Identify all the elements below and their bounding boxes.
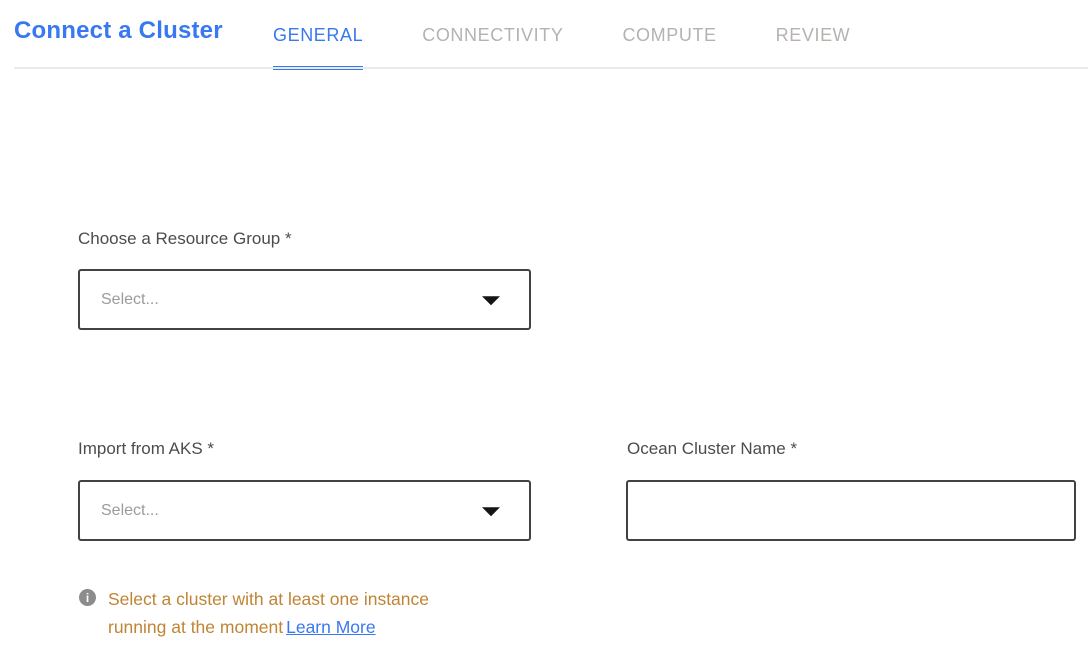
page-title: Connect a Cluster bbox=[14, 17, 223, 45]
import-aks-label: Import from AKS * bbox=[78, 439, 214, 459]
tab-review[interactable]: REVIEW bbox=[776, 0, 851, 70]
wizard-tabs: GENERAL CONNECTIVITY COMPUTE REVIEW bbox=[273, 0, 850, 70]
tab-compute[interactable]: COMPUTE bbox=[622, 0, 716, 70]
resource-group-select[interactable]: Select... bbox=[78, 269, 531, 330]
ocean-cluster-name-label: Ocean Cluster Name * bbox=[627, 439, 797, 459]
learn-more-link[interactable]: Learn More bbox=[286, 617, 376, 637]
ocean-cluster-name-input[interactable] bbox=[626, 480, 1076, 541]
import-aks-placeholder: Select... bbox=[101, 502, 159, 520]
info-note-message: Select a cluster with at least one insta… bbox=[108, 589, 429, 637]
chevron-down-icon bbox=[482, 296, 500, 305]
tab-general[interactable]: GENERAL bbox=[273, 0, 363, 70]
resource-group-label: Choose a Resource Group * bbox=[78, 229, 292, 249]
import-aks-select[interactable]: Select... bbox=[78, 480, 531, 541]
info-icon: i bbox=[79, 589, 96, 606]
header-divider bbox=[14, 67, 1088, 69]
resource-group-placeholder: Select... bbox=[101, 291, 159, 309]
cluster-info-note: i Select a cluster with at least one ins… bbox=[79, 585, 479, 641]
connect-cluster-wizard: Connect a Cluster GENERAL CONNECTIVITY C… bbox=[0, 0, 1088, 654]
chevron-down-icon bbox=[482, 507, 500, 516]
tab-connectivity[interactable]: CONNECTIVITY bbox=[422, 0, 563, 70]
info-note-text: Select a cluster with at least one insta… bbox=[108, 585, 464, 641]
